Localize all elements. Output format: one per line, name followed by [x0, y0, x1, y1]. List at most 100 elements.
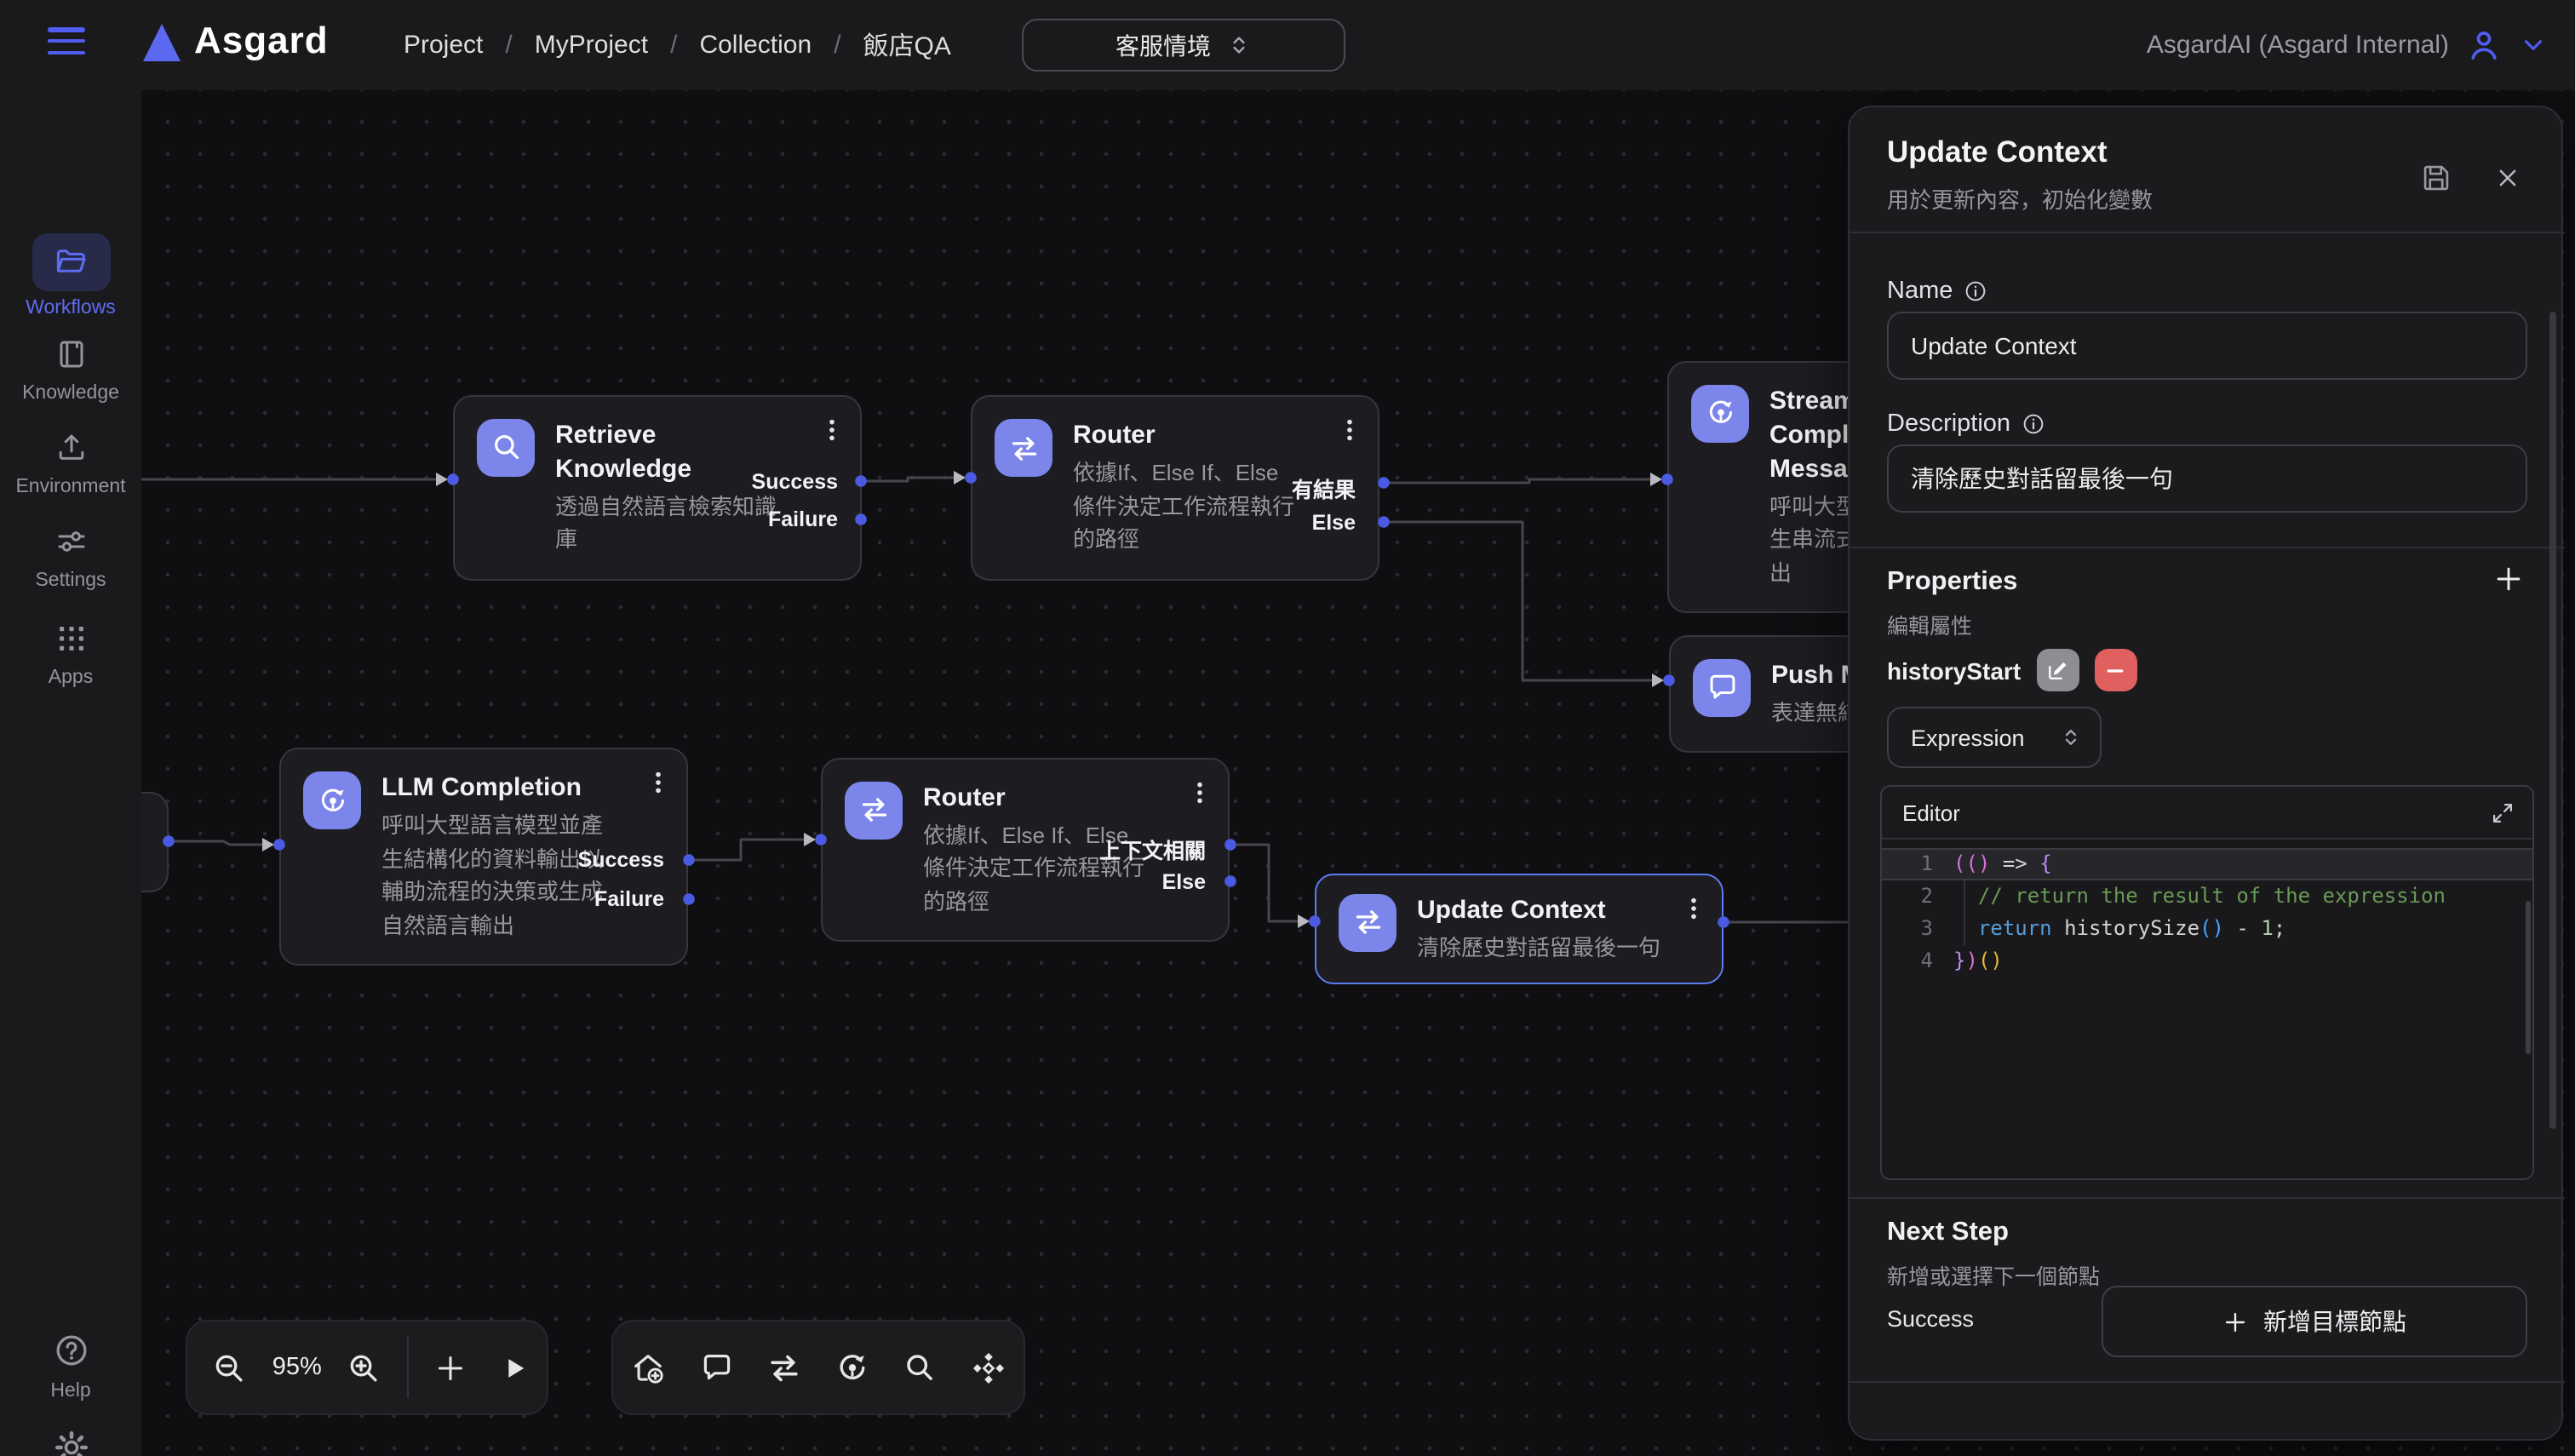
name-label: Name — [1887, 278, 1987, 305]
zoom-in-button[interactable] — [332, 1321, 396, 1413]
breadcrumb-myproject[interactable]: MyProject — [535, 31, 648, 60]
search-icon[interactable] — [887, 1321, 952, 1413]
add-target-node-button[interactable]: 新增目標節點 — [2102, 1286, 2527, 1357]
output-port-failure[interactable]: Failure — [594, 887, 664, 911]
description-input[interactable] — [1887, 444, 2527, 513]
info-icon — [1963, 279, 1987, 303]
kebab-menu-icon[interactable] — [819, 416, 845, 442]
node-title: LLM Completion — [381, 771, 606, 805]
divider — [1850, 547, 2565, 548]
divider — [1850, 1381, 2565, 1383]
node-palette-toolbar — [611, 1320, 1025, 1415]
code-line[interactable]: 1(() => { — [1882, 848, 2532, 880]
add-property-button[interactable] — [2493, 564, 2524, 594]
sidebar-item-label: Apps — [0, 668, 141, 688]
editor-heading: Editor — [1902, 800, 1960, 825]
edit-property-button[interactable] — [2036, 649, 2079, 691]
node-router-bottom[interactable]: Router 依據If、Else If、Else條件決定工作流程執行的路徑 上下… — [821, 757, 1230, 942]
indent-guide — [1964, 880, 1965, 945]
add-node-button[interactable] — [419, 1321, 483, 1413]
node-description: 依據If、Else If、Else條件決定工作流程執行的路徑 — [1073, 456, 1298, 556]
kebab-menu-icon[interactable] — [1337, 417, 1362, 443]
editor-code-area[interactable]: 1(() => {2 // return the result of the e… — [1882, 840, 2532, 1180]
run-workflow-button[interactable] — [483, 1321, 547, 1413]
divider — [1850, 232, 2565, 233]
panel-scrollbar[interactable] — [2549, 312, 2556, 1129]
output-port-has-result[interactable]: 有結果 — [1292, 471, 1356, 503]
kebab-menu-icon[interactable] — [1187, 779, 1213, 805]
code-line[interactable]: 2 // return the result of the expression — [1882, 880, 2532, 913]
node-llm-completion[interactable]: LLM Completion 呼叫大型語言模型並產生結構化的資料輸出以輔助流程的… — [279, 748, 688, 966]
user-icon[interactable] — [2466, 27, 2502, 63]
sidebar-item-environment[interactable]: Environment — [0, 426, 141, 497]
node-router-top[interactable]: Router 依據If、Else If、Else條件決定工作流程執行的路徑 有結… — [971, 395, 1379, 580]
sidebar-item-workflows[interactable]: Workflows — [0, 233, 141, 318]
next-step-subheading: 新增或選擇下一個節點 — [1887, 1258, 2100, 1291]
sidebar-item-settings[interactable]: Settings — [0, 519, 141, 591]
node-update-context[interactable]: Update Context 清除歷史對話留最後一句 — [1315, 873, 1723, 984]
output-port-else[interactable]: Else — [1162, 869, 1206, 893]
swap-arrows-icon[interactable] — [752, 1321, 817, 1413]
output-port-else[interactable]: Else — [1312, 510, 1356, 534]
chat-bubble-icon — [1693, 658, 1751, 716]
swap-arrows-icon — [1339, 893, 1396, 951]
sidebar-item-knowledge[interactable]: Knowledge — [0, 332, 141, 404]
hamburger-menu-icon[interactable] — [48, 27, 85, 61]
editor-header: Editor — [1882, 787, 2532, 840]
swap-arrows-icon — [845, 781, 903, 839]
chevron-down-icon[interactable] — [2519, 31, 2548, 60]
output-port-success[interactable]: Success — [752, 469, 838, 493]
environment-selector[interactable]: 客服情境 — [1022, 19, 1345, 72]
code-line[interactable]: 4})() — [1882, 945, 2532, 977]
node-title: Router — [1073, 419, 1298, 453]
top-header: Asgard Project / MyProject / Collection … — [0, 0, 2575, 90]
refresh-bulb-icon[interactable] — [820, 1321, 885, 1413]
code-line[interactable]: 3 return historySize() - 1; — [1882, 913, 2532, 945]
node-description: 清除歷史對話留最後一句 — [1417, 931, 1700, 964]
book-icon — [54, 337, 88, 371]
sidebar-item-apps[interactable]: Apps — [0, 616, 141, 688]
toolbar-divider — [407, 1337, 409, 1398]
output-port-success[interactable]: Success — [578, 848, 664, 872]
expression-editor[interactable]: Editor 1(() => {2 // return the result o… — [1880, 785, 2534, 1180]
info-icon — [2021, 412, 2045, 436]
sidebar-item-label: Settings — [0, 570, 141, 591]
left-sidebar: Workflows Knowledge Environment Settings… — [0, 90, 141, 1456]
sidebar-item-help[interactable]: Help — [0, 1327, 141, 1402]
breadcrumb: Project / MyProject / Collection / 飯店QA — [404, 0, 951, 90]
property-type-select[interactable]: Expression — [1887, 707, 2102, 768]
delete-property-button[interactable] — [2094, 649, 2136, 691]
upload-icon — [54, 431, 88, 465]
house-plus-icon[interactable] — [617, 1321, 681, 1413]
question-circle-icon — [52, 1332, 89, 1369]
kebab-menu-icon[interactable] — [1681, 895, 1706, 920]
kebab-menu-icon[interactable] — [645, 770, 671, 795]
diamonds-icon[interactable] — [955, 1321, 1020, 1413]
node-description: 透過自然語言檢索知識庫 — [555, 490, 780, 556]
name-input[interactable] — [1887, 312, 2527, 380]
node-description: 呼叫大型語言模型並產生結構化的資料輸出以輔助流程的決策或生成自然語言輸出 — [381, 809, 606, 942]
expand-icon[interactable] — [2490, 800, 2515, 825]
chat-bubble-icon[interactable] — [684, 1321, 748, 1413]
zoom-out-button[interactable] — [198, 1321, 261, 1413]
plus-icon — [2222, 1309, 2248, 1334]
account-label: AsgardAI (Asgard Internal) — [2147, 31, 2449, 60]
node-offscreen-partial[interactable] — [141, 792, 169, 892]
output-port-context-related[interactable]: 上下文相關 — [1099, 833, 1206, 865]
next-step-port-label: Success — [1887, 1306, 1974, 1332]
property-row: historyStart — [1887, 649, 2136, 691]
node-retrieve-knowledge[interactable]: Retrieve Knowledge 透過自然語言檢索知識庫 Success F… — [453, 394, 862, 580]
node-title: Update Context — [1417, 893, 1700, 927]
property-name: historyStart — [1887, 656, 2021, 684]
save-icon[interactable] — [2420, 162, 2452, 194]
editor-scrollbar[interactable] — [2526, 901, 2531, 1054]
sidebar-item-workspace[interactable]: Workspace — [0, 1424, 141, 1456]
breadcrumb-collection[interactable]: Collection — [699, 31, 811, 60]
grid-dots-icon — [54, 622, 88, 656]
close-icon[interactable] — [2495, 162, 2521, 191]
breadcrumb-project[interactable]: Project — [404, 31, 483, 60]
breadcrumb-workflow[interactable]: 飯店QA — [863, 27, 951, 63]
app-window: Asgard Project / MyProject / Collection … — [0, 0, 2575, 1456]
output-port-failure[interactable]: Failure — [768, 507, 838, 531]
properties-subheading: 編輯屬性 — [1887, 608, 1972, 640]
